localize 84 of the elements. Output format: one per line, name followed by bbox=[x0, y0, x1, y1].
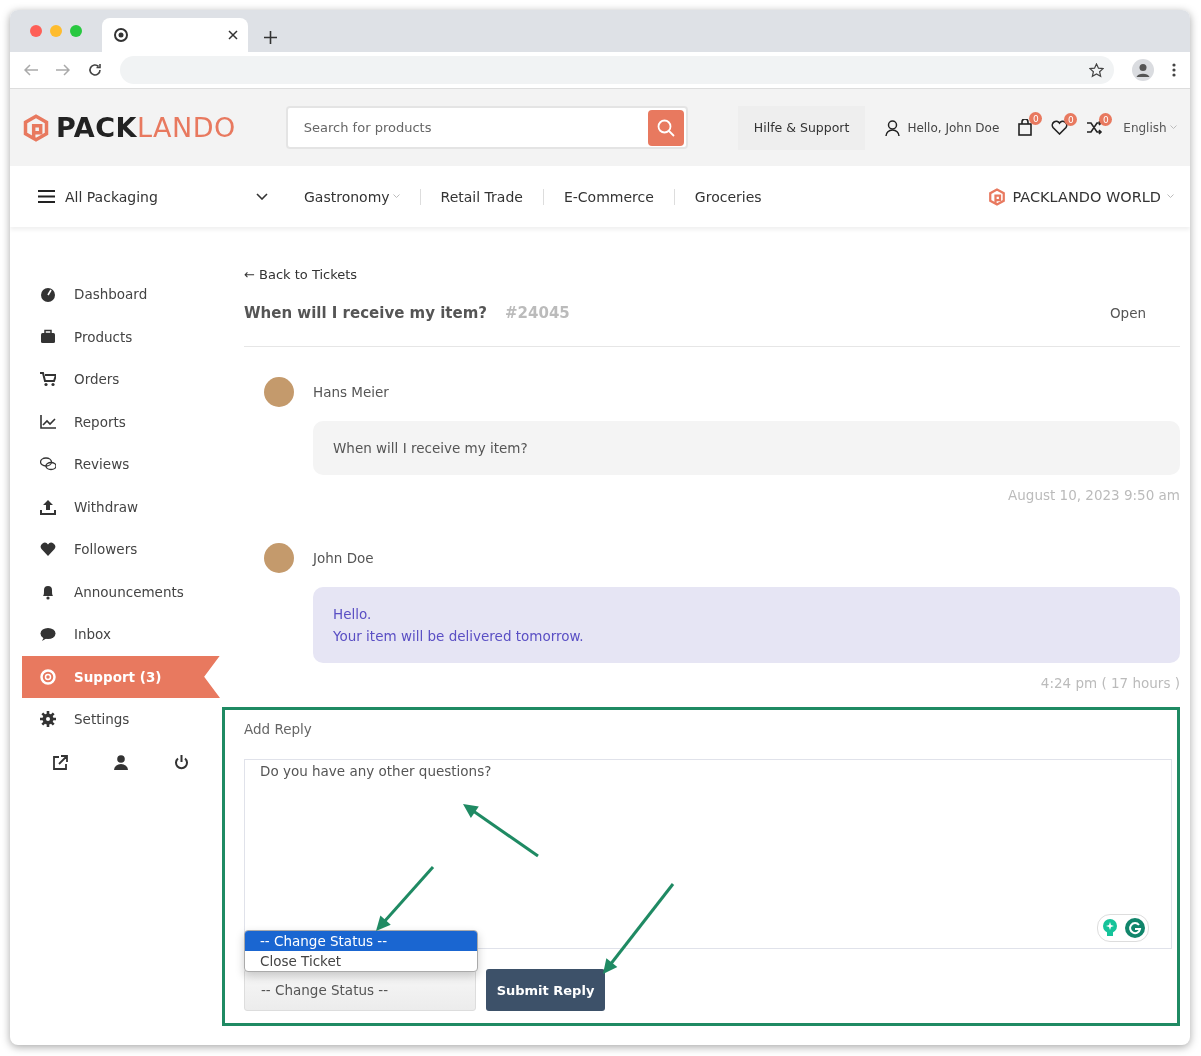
maximize-window-dot[interactable] bbox=[70, 25, 82, 37]
greeting-text[interactable]: Hello, John Doe bbox=[907, 120, 1000, 135]
nav-link[interactable]: E-Commerce bbox=[563, 188, 654, 205]
count-badge: 0 bbox=[1029, 112, 1043, 125]
logo-icon bbox=[988, 187, 1007, 206]
chevron-down-icon bbox=[392, 194, 400, 199]
shopping-bag-icon bbox=[1017, 119, 1034, 136]
logo-text[interactable]: PACKLANDO bbox=[56, 112, 236, 143]
language-selector[interactable]: English bbox=[1123, 120, 1167, 135]
speech-bubble-icon bbox=[40, 626, 56, 643]
ticket-number: #24045 bbox=[505, 304, 570, 322]
bell-icon bbox=[40, 583, 56, 600]
world-link[interactable]: PACKLANDO WORLD bbox=[1012, 188, 1161, 205]
shuffle-icon bbox=[1086, 120, 1104, 135]
writing-assistant-widget[interactable] bbox=[1097, 914, 1149, 942]
close-window-dot[interactable] bbox=[30, 25, 42, 37]
avatar bbox=[264, 543, 294, 573]
dropdown-option[interactable]: Close Ticket bbox=[245, 951, 477, 971]
count-badge: 0 bbox=[1064, 113, 1078, 126]
menu-icon[interactable] bbox=[1172, 63, 1176, 77]
browser-logo-icon bbox=[114, 28, 128, 42]
search-field[interactable]: Search for products bbox=[301, 119, 648, 136]
support-button[interactable]: Hilfe & Support bbox=[737, 105, 866, 150]
add-reply-label: Add Reply bbox=[244, 721, 313, 737]
menu-icon[interactable] bbox=[38, 190, 55, 203]
lifebuoy-icon bbox=[40, 668, 56, 685]
minimize-window-dot[interactable] bbox=[50, 25, 62, 37]
search-field[interactable]: Search for products bbox=[285, 106, 688, 149]
chevron-down-icon[interactable] bbox=[256, 193, 268, 200]
reload-icon[interactable] bbox=[88, 63, 102, 77]
power-icon[interactable] bbox=[174, 754, 189, 770]
sidebar-item[interactable]: Followers bbox=[22, 528, 220, 571]
all-packaging-menu[interactable]: All Packaging bbox=[65, 188, 158, 205]
profile-icon[interactable] bbox=[1132, 59, 1154, 81]
user-icon[interactable] bbox=[114, 754, 128, 770]
message-time: August 10, 2023 9:50 am bbox=[1008, 487, 1180, 503]
chevron-down-icon bbox=[1167, 194, 1174, 199]
browser-tab[interactable] bbox=[102, 18, 248, 52]
sidebar-item[interactable]: Products bbox=[22, 315, 220, 358]
briefcase-icon bbox=[40, 328, 56, 345]
message-text: When will I receive my item? bbox=[333, 440, 529, 456]
ticket-title: When will I receive my item? bbox=[244, 304, 487, 322]
chart-icon bbox=[40, 413, 56, 430]
author-name: John Doe bbox=[313, 550, 374, 566]
new-tab-icon[interactable] bbox=[264, 31, 277, 44]
search-icon bbox=[656, 118, 675, 137]
settings-icon bbox=[40, 711, 56, 728]
status-select[interactable]: -- Change Status -- bbox=[244, 969, 476, 1011]
nav-link[interactable]: Gastronomy bbox=[304, 188, 390, 205]
upload-icon bbox=[40, 498, 56, 515]
g-logo-icon[interactable] bbox=[1124, 918, 1145, 938]
star-icon[interactable] bbox=[1089, 62, 1104, 78]
count-badge: 0 bbox=[1099, 113, 1113, 126]
sidebar-item[interactable]: Reviews bbox=[22, 443, 220, 486]
heart-icon bbox=[1051, 120, 1069, 135]
sidebar-item[interactable]: Withdraw bbox=[22, 485, 220, 528]
chat-bubbles-icon bbox=[40, 456, 56, 473]
message-text: Your item will be delivered tomorrow. bbox=[333, 628, 585, 644]
sidebar-item[interactable]: Dashboard bbox=[22, 273, 220, 316]
logo-icon bbox=[22, 113, 50, 142]
sidebar-item[interactable]: Reports bbox=[22, 400, 220, 443]
cart-icon bbox=[40, 371, 56, 388]
close-icon[interactable] bbox=[228, 30, 238, 40]
gauge-icon bbox=[40, 286, 56, 303]
annotation-arrow bbox=[376, 866, 435, 931]
nav-link[interactable]: Retail Trade bbox=[440, 188, 523, 205]
author-name: Hans Meier bbox=[313, 384, 389, 400]
heart-icon bbox=[40, 541, 56, 558]
search-button[interactable] bbox=[647, 109, 684, 146]
external-link-icon[interactable] bbox=[53, 754, 68, 770]
back-link[interactable]: ← Back to Tickets bbox=[244, 267, 358, 282]
nav-link[interactable]: Groceries bbox=[694, 188, 762, 205]
sidebar-item[interactable]: Settings bbox=[22, 698, 220, 741]
chevron-down-icon bbox=[1169, 125, 1177, 130]
ticket-status: Open bbox=[1109, 305, 1146, 321]
sidebar-item[interactable]: Announcements bbox=[22, 570, 220, 613]
dropdown-option[interactable]: -- Change Status -- bbox=[245, 931, 477, 951]
message-text: Hello. bbox=[333, 606, 373, 622]
user-icon[interactable] bbox=[885, 119, 901, 136]
sidebar-item[interactable]: Inbox bbox=[22, 613, 220, 656]
message-time: 4:24 pm ( 17 hours ) bbox=[1040, 675, 1180, 691]
avatar bbox=[264, 377, 294, 407]
sidebar-item[interactable]: Orders bbox=[22, 358, 220, 401]
submit-reply-button[interactable]: Submit Reply bbox=[486, 969, 605, 1011]
